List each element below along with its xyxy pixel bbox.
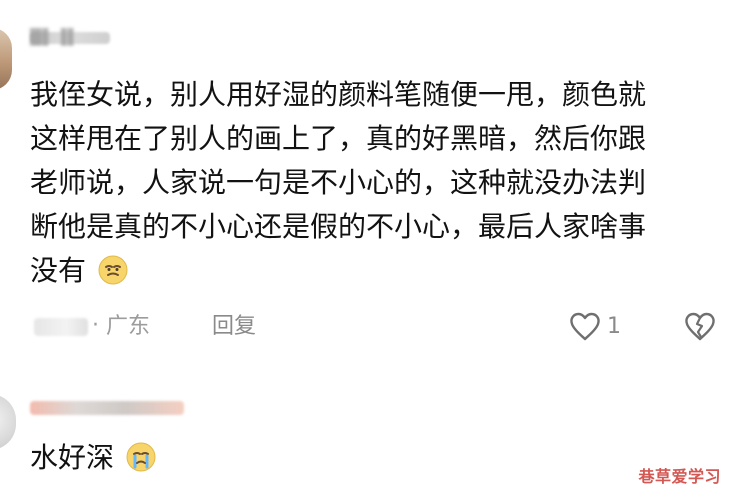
- comment-thread: █▌▐▌ 我侄女说，别人用好湿的颜料笔随便一甩，颜色就 这样甩在了别人的画上了，…: [0, 0, 733, 493]
- comment-username-1[interactable]: █▌▐▌: [30, 28, 110, 46]
- watermark-text: 巷草爱学习: [638, 467, 721, 486]
- heart-outline-icon[interactable]: [568, 310, 602, 344]
- comment-line-2: 这样甩在了别人的画上了，真的好黑暗，然后你跟: [30, 122, 647, 155]
- username-text-1: █▌▐▌: [30, 28, 81, 46]
- username-blur-2: [30, 401, 184, 415]
- comment-location: 广东: [106, 314, 151, 339]
- comment-line-5: 没有: [30, 249, 720, 299]
- comment-time-blurred: [34, 318, 88, 336]
- comment-line-5-text: 没有: [30, 254, 87, 287]
- comment-body-1: 我侄女说，别人用好湿的颜料笔随便一甩，颜色就 这样甩在了别人的画上了，真的好黑暗…: [30, 73, 720, 299]
- comment-line-1: 我侄女说，别人用好湿的颜料笔随便一甩，颜色就: [30, 78, 647, 111]
- comment-2-text: 水好深: [30, 441, 115, 474]
- like-count: 1: [607, 314, 621, 339]
- comment-line-3: 老师说，人家说一句是不小心的，这种就没办法判: [30, 166, 647, 199]
- comment-line-4: 断他是真的不小心还是假的不小心，最后人家啥事: [30, 210, 647, 243]
- comment-body-2: 水好深: [30, 438, 157, 484]
- reply-button[interactable]: 回复: [212, 314, 256, 340]
- meta-separator-dot: ·: [92, 313, 99, 338]
- comment-username-2[interactable]: [30, 393, 184, 421]
- user-avatar-1[interactable]: [0, 28, 12, 90]
- broken-heart-icon[interactable]: [683, 310, 717, 344]
- comment-meta-1: · 广东 回复 1: [34, 308, 717, 346]
- smirk-emoji: [97, 254, 129, 299]
- crying-emoji: [125, 441, 157, 484]
- user-avatar-2[interactable]: [0, 394, 16, 450]
